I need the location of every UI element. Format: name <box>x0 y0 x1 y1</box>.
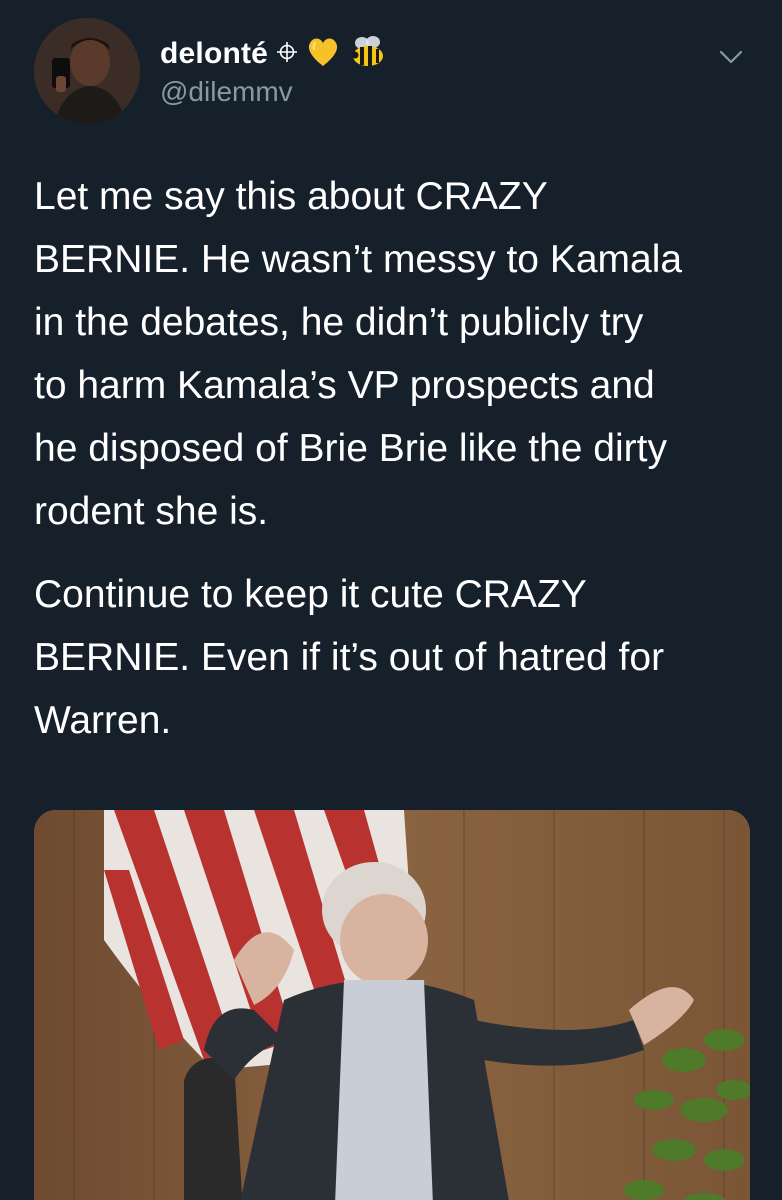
display-name[interactable]: delonté <box>160 37 268 71</box>
display-name-row: delonté <box>160 34 388 74</box>
chevron-down-icon[interactable] <box>716 42 746 72</box>
yellow-heart-icon <box>306 36 340 73</box>
avatar[interactable] <box>34 18 140 124</box>
tweet-header: delonté @dilemmv <box>34 18 754 128</box>
tweet-author: delonté @dilemmv <box>160 34 388 108</box>
compass-icon <box>276 41 298 68</box>
tweet-paragraph: Continue to keep it cute CRAZY BERNIE. E… <box>34 573 665 742</box>
tweet-text: Let me say this about CRAZY BERNIE. He w… <box>34 165 754 772</box>
bee-icon <box>348 34 388 75</box>
tweet-paragraph: Let me say this about CRAZY BERNIE. He w… <box>34 175 683 533</box>
tweet-card: delonté @dilemmv Let me say this about C… <box>0 0 782 1200</box>
tweet-media-image[interactable] <box>34 810 750 1200</box>
handle[interactable]: @dilemmv <box>160 76 388 108</box>
